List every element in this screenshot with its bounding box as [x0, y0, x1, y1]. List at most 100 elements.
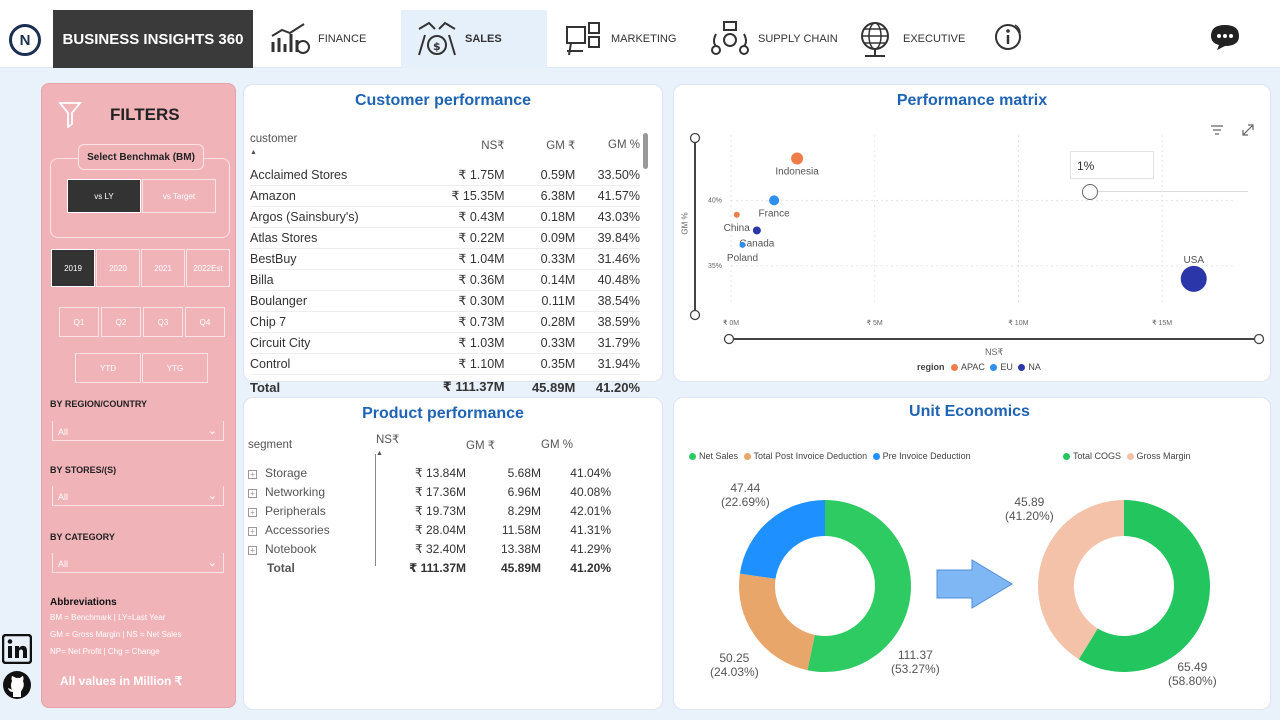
chevron-down-icon: ⌄ [207, 490, 217, 502]
column-header-gm-pct[interactable]: GM % [575, 131, 640, 165]
expand-plus-icon[interactable]: + [248, 470, 257, 479]
quarter-q3-button[interactable]: Q3 [143, 307, 183, 337]
total-cell: Total [250, 374, 420, 398]
funnel-icon [58, 102, 82, 128]
category-filter-label: BY CATEGORY [50, 532, 115, 542]
column-header-gm-pct[interactable]: GM % [541, 428, 611, 464]
table-cell: ₹ 1.03M [419, 332, 505, 354]
table-row[interactable]: Circuit City ₹ 1.03M 0.33M 31.79% [250, 332, 640, 354]
github-icon[interactable] [2, 670, 32, 700]
table-cell: 41.31% [570, 523, 611, 537]
table-row[interactable]: + Networking ₹ 17.36M 6.96M 40.08% [248, 483, 611, 502]
year-2022est-button[interactable]: 2022Est [186, 249, 230, 287]
supply-chain-icon [711, 21, 749, 55]
table-row[interactable]: BestBuy ₹ 1.04M 0.33M 31.46% [250, 248, 640, 270]
year-2020-button[interactable]: 2020 [96, 249, 140, 287]
expand-plus-icon[interactable]: + [248, 527, 257, 536]
table-cell: 0.33M [504, 332, 576, 354]
x-tick-label: ₹ 5M [867, 319, 883, 327]
column-header-customer[interactable]: customer ▲ [250, 131, 420, 165]
x-tick-label: ₹ 15M [1152, 319, 1172, 327]
sales-money-icon: $ [418, 21, 456, 56]
table-scrollbar[interactable] [643, 133, 648, 169]
stores-filter-label: BY STORES/(S) [50, 465, 117, 475]
expand-plus-icon[interactable]: + [248, 489, 257, 498]
segment-label: Notebook [265, 542, 317, 556]
category-dropdown[interactable]: All ⌄ [52, 553, 224, 573]
table-row[interactable]: Boulanger ₹ 0.30M 0.11M 38.54% [250, 290, 640, 312]
table-cell: 0.09M [504, 227, 576, 249]
table-row[interactable]: Chip 7 ₹ 0.73M 0.28M 38.59% [250, 311, 640, 333]
region-legend: region APAC EU NA [917, 362, 1041, 372]
unit-economics-panel: Unit Economics Net Sales Total Post Invo… [673, 397, 1271, 710]
table-row[interactable]: Control ₹ 1.10M 0.35M 31.94% [250, 353, 640, 375]
tab-sales[interactable]: $ SALES [401, 10, 547, 68]
column-header-gm[interactable]: GM ₹ [466, 428, 541, 464]
table-cell: Boulanger [250, 290, 420, 312]
quarter-q1-button[interactable]: Q1 [59, 307, 99, 337]
segment-label: Networking [265, 485, 326, 499]
legend-eu-label: EU [1000, 362, 1013, 372]
benchmark-label: Select Benchmak (BM) [78, 144, 204, 170]
quarter-q2-button[interactable]: Q2 [101, 307, 141, 337]
linkedin-icon[interactable] [2, 634, 32, 664]
brand-title[interactable]: BUSINESS INSIGHTS 360 [53, 10, 253, 68]
year-2021-button[interactable]: 2021 [141, 249, 185, 287]
table-row[interactable]: Argos (Sainsbury's) ₹ 0.43M 0.18M 43.03% [250, 206, 640, 228]
year-2019-button[interactable]: 2019 [51, 249, 95, 287]
table-cell: 31.94% [575, 353, 640, 375]
quarter-q4-button[interactable]: Q4 [185, 307, 225, 337]
y-zoom-slider-handle [689, 309, 701, 321]
tab-executive[interactable]: EXECUTIVE [855, 10, 975, 68]
table-row[interactable]: Billa ₹ 0.36M 0.14M 40.48% [250, 269, 640, 291]
segment-cell: + Notebook [248, 540, 376, 559]
post-invoice-value-label: 50.25 (24.03%) [710, 651, 759, 679]
column-header-segment[interactable]: segment [248, 428, 376, 464]
period-ytg-button[interactable]: YTG [142, 353, 208, 383]
tab-marketing[interactable]: MARKETING [563, 10, 703, 68]
table-row[interactable]: + Accessories ₹ 28.04M 11.58M 41.31% [248, 521, 611, 540]
scatter-point-usa [1180, 265, 1207, 292]
product-performance-panel: Product performance segment NS₹ ▲ GM ₹ GM… [243, 397, 663, 710]
table-cell: ₹ 0.36M [419, 269, 505, 291]
column-header-ns[interactable]: NS₹ [420, 131, 504, 165]
x-tick-label: ₹ 10M [1008, 319, 1028, 327]
tab-finance[interactable]: FINANCE [270, 10, 400, 68]
table-row[interactable]: Amazon ₹ 15.35M 6.38M 41.57% [250, 185, 640, 207]
filters-panel: FILTERS Select Benchmak (BM) vs LY vs Ta… [41, 83, 236, 708]
x-tick-label: ₹ 0M [723, 319, 739, 327]
period-ytd-button[interactable]: YTD [75, 353, 141, 383]
product-table: segment NS₹ ▲ GM ₹ GM % + Storage ₹ 13.84M 5… [248, 428, 611, 578]
table-cell: 38.54% [575, 290, 640, 312]
table-cell: 0.33M [504, 248, 576, 270]
table-cell: ₹ 0.43M [419, 206, 505, 228]
x-axis-title: NS₹ [985, 347, 1004, 357]
column-header-gm[interactable]: GM ₹ [505, 131, 575, 165]
table-cell: 0.11M [504, 290, 576, 312]
benchmark-vs-ly-button[interactable]: vs LY [67, 179, 141, 213]
table-row[interactable]: Atlas Stores ₹ 0.22M 0.09M 39.84% [250, 227, 640, 249]
table-row[interactable]: Acclaimed Stores ₹ 1.75M 0.59M 33.50% [250, 165, 640, 186]
company-logo-icon[interactable]: N [9, 24, 41, 56]
expand-plus-icon[interactable]: + [248, 508, 257, 517]
column-header-ns[interactable]: NS₹ ▲ [376, 428, 466, 464]
benchmark-vs-target-button[interactable]: vs Target [142, 179, 216, 213]
scatter-point-china [733, 211, 740, 218]
tab-supply-chain[interactable]: SUPPLY CHAIN [710, 10, 850, 68]
table-row[interactable]: + Storage ₹ 13.84M 5.68M 41.04% [248, 464, 611, 483]
table-total-row: Total ₹ 111.37M 45.89M 41.20% [250, 374, 640, 398]
chat-support-icon[interactable] [1207, 22, 1243, 52]
table-cell: ₹ 17.36M [415, 485, 466, 499]
region-dropdown[interactable]: All ⌄ [52, 421, 224, 441]
table-cell: ₹ 0.73M [419, 311, 505, 333]
customer-performance-title: Customer performance [354, 92, 532, 109]
info-icon[interactable] [993, 22, 1023, 52]
table-cell: 0.14M [504, 269, 576, 291]
table-row[interactable]: + Peripherals ₹ 19.73M 8.29M 42.01% [248, 502, 611, 521]
expand-plus-icon[interactable]: + [248, 546, 257, 555]
table-row[interactable]: + Notebook ₹ 32.40M 13.38M 41.29% [248, 540, 611, 559]
table-cell: 0.35M [504, 353, 576, 375]
legend-na-label: NA [1028, 362, 1041, 372]
table-cell: Argos (Sainsbury's) [250, 206, 420, 228]
stores-dropdown[interactable]: All ⌄ [52, 486, 224, 506]
